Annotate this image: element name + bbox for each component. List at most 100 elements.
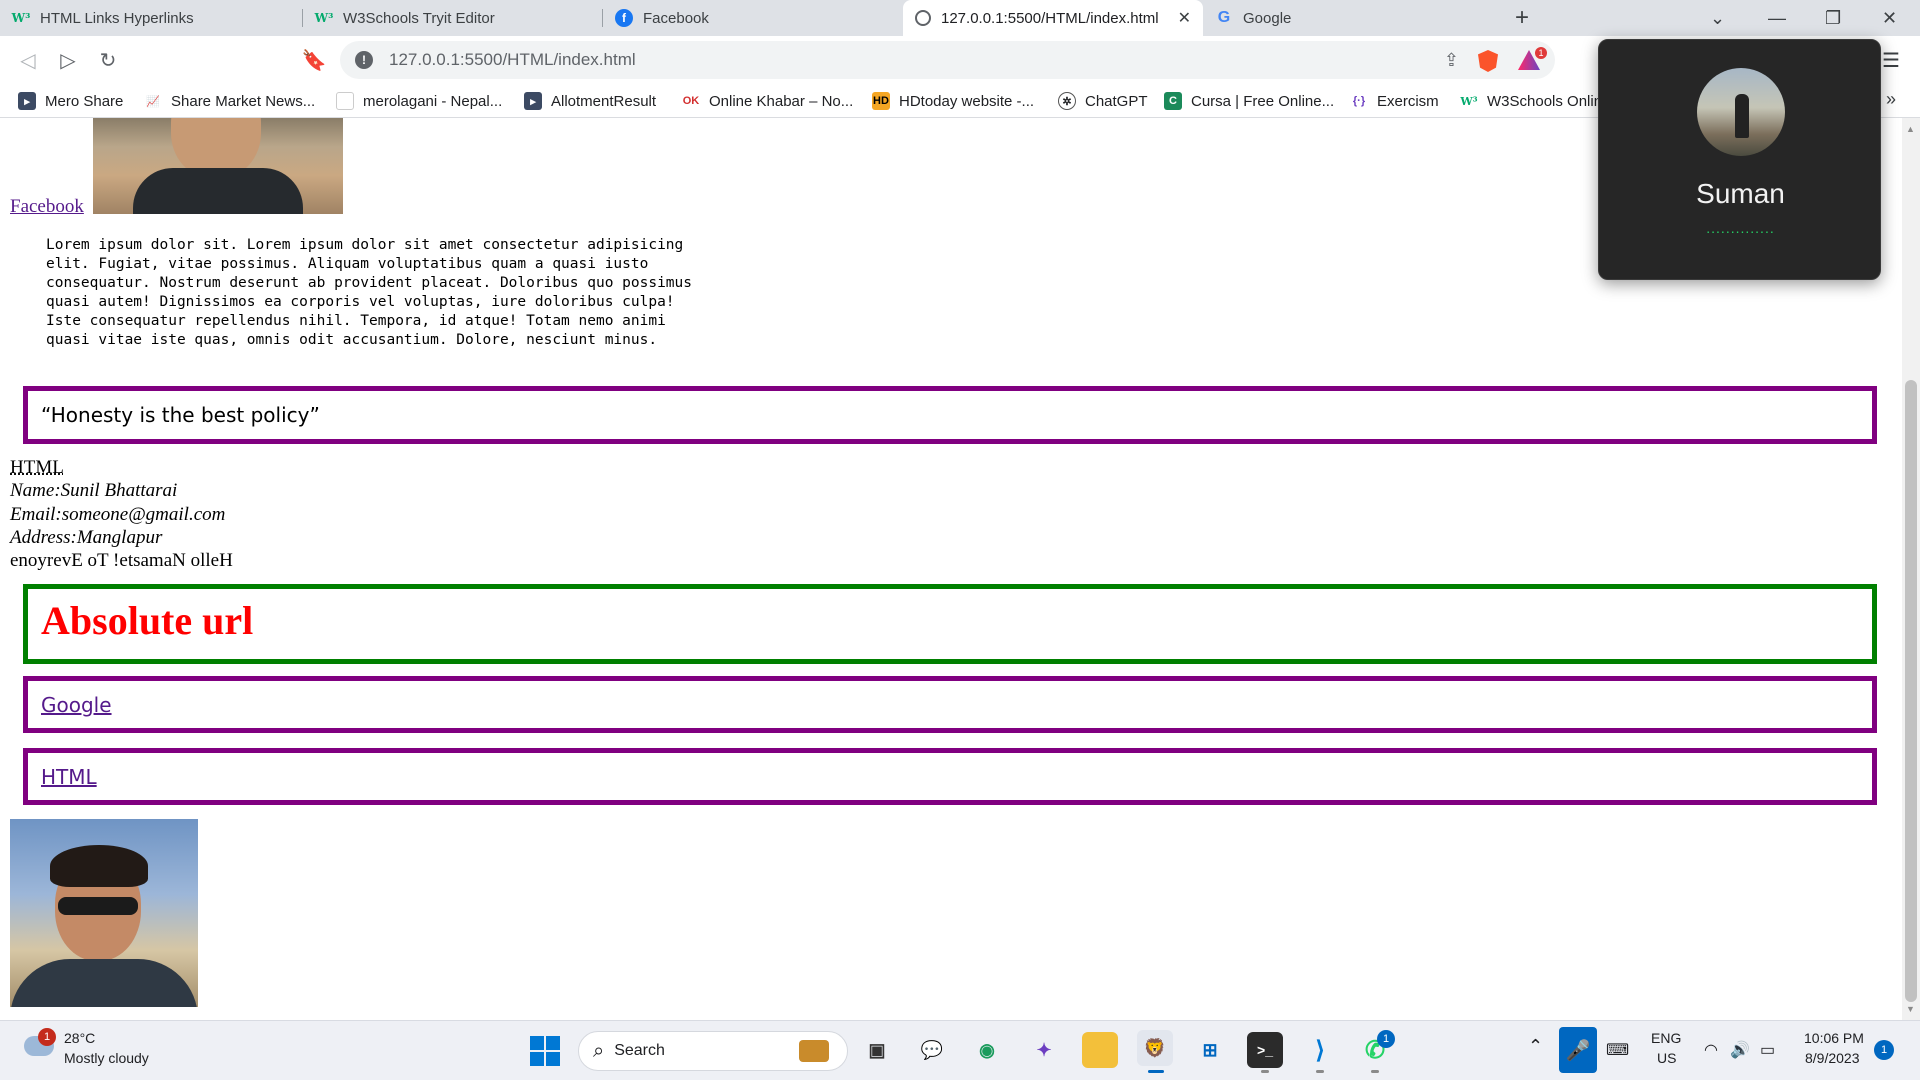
vscode-icon[interactable]: ⟩ bbox=[1302, 1032, 1338, 1068]
tab-label: Facebook bbox=[643, 9, 709, 27]
tab-label: Google bbox=[1243, 9, 1292, 27]
bookmark-share-market-news[interactable]: 📈 Share Market News... bbox=[144, 84, 315, 118]
scroll-down-icon[interactable]: ▼ bbox=[1906, 1004, 1915, 1014]
weather-badge: 1 bbox=[38, 1028, 56, 1046]
briefcase-icon bbox=[799, 1040, 829, 1062]
bookmark-chatgpt[interactable]: ✲ ChatGPT bbox=[1058, 84, 1148, 118]
page-icon bbox=[336, 92, 354, 110]
bookmark-merolagani[interactable]: merolagani - Nepal... bbox=[336, 84, 502, 118]
bookmark-icon: ▸ bbox=[524, 92, 542, 110]
bookmark-label: Exercism bbox=[1377, 92, 1439, 110]
bookmark-hdtoday[interactable]: HD HDtoday website -... bbox=[872, 84, 1034, 118]
clock-date[interactable]: 8/9/2023 bbox=[1805, 1050, 1860, 1066]
bookmark-online-khabar[interactable]: OK Online Khabar – No... bbox=[682, 84, 854, 118]
w3schools-icon: W³ bbox=[11, 11, 31, 25]
name-line: Name:Sunil Bhattarai bbox=[10, 480, 178, 502]
more-bookmarks-icon[interactable]: » bbox=[1886, 89, 1896, 110]
tab-localhost-active[interactable]: 127.0.0.1:5500/HTML/index.html ✕ bbox=[903, 0, 1203, 36]
reload-button[interactable]: ↻ bbox=[94, 46, 122, 74]
edge-icon[interactable]: ◉ bbox=[969, 1032, 1005, 1068]
profile-photo-top bbox=[93, 118, 343, 214]
lorem-line: quasi vitae iste quas, omnis odit accusa… bbox=[46, 332, 658, 348]
task-view-icon[interactable]: ▣ bbox=[859, 1032, 895, 1068]
clock-time[interactable]: 10:06 PM bbox=[1804, 1030, 1864, 1046]
absolute-url-heading: Absolute url bbox=[41, 598, 254, 643]
lorem-line: quasi autem! Dignissimos ea corporis vel… bbox=[46, 294, 675, 310]
restore-button[interactable]: ❐ bbox=[1825, 0, 1841, 36]
new-tab-button[interactable]: + bbox=[1515, 4, 1529, 32]
microphone-in-use-icon[interactable]: 🎤 bbox=[1559, 1027, 1597, 1073]
google-link[interactable]: Google bbox=[41, 693, 112, 717]
scroll-up-icon[interactable]: ▲ bbox=[1906, 124, 1915, 134]
show-hidden-icons-chevron-icon[interactable]: ⌃ bbox=[1528, 1036, 1543, 1057]
microsoft-store-icon[interactable]: ⊞ bbox=[1192, 1032, 1228, 1068]
bookmark-w3schools[interactable]: W³ W3Schools Online bbox=[1460, 84, 1610, 118]
bookmark-allotment-result[interactable]: ▸ AllotmentResult bbox=[524, 84, 656, 118]
windows-taskbar bbox=[0, 1020, 1920, 1080]
teams-chat-icon[interactable]: 💬 bbox=[914, 1032, 950, 1068]
calling-status-dots: .............. bbox=[1706, 220, 1775, 236]
photo-shirt bbox=[133, 168, 303, 214]
address-url[interactable]: 127.0.0.1:5500/HTML/index.html bbox=[389, 50, 636, 70]
chatgpt-icon: ✲ bbox=[1058, 92, 1076, 110]
lorem-line: elit. Fugiat, vitae possimus. Aliquam vo… bbox=[46, 256, 649, 272]
active-app-indicator bbox=[1148, 1070, 1164, 1073]
bookmark-mero-share[interactable]: ▸ Mero Share bbox=[18, 84, 123, 118]
taskbar-search[interactable]: ⌕ Search bbox=[578, 1031, 848, 1071]
address-bar[interactable]: ! 127.0.0.1:5500/HTML/index.html ⇪ bbox=[340, 41, 1555, 79]
start-tile bbox=[546, 1052, 560, 1066]
scrollbar-thumb[interactable] bbox=[1905, 380, 1917, 1002]
email-line: Email:someone@gmail.com bbox=[10, 503, 226, 525]
tab-search-chevron-icon[interactable]: ⌄ bbox=[1710, 0, 1725, 36]
wifi-icon[interactable]: ◠ bbox=[1704, 1040, 1718, 1060]
tab-label: 127.0.0.1:5500/HTML/index.html bbox=[941, 9, 1159, 27]
file-explorer-icon[interactable] bbox=[1082, 1032, 1118, 1068]
tab-facebook[interactable]: f Facebook bbox=[603, 0, 903, 36]
bookmark-cursa[interactable]: C Cursa | Free Online... bbox=[1164, 84, 1334, 118]
html-link-box: HTML bbox=[23, 748, 1877, 805]
share-icon[interactable]: ⇪ bbox=[1444, 50, 1459, 71]
page-scrollbar[interactable]: ▲ ▼ bbox=[1902, 118, 1920, 1020]
contact-address: HTML Name:Sunil Bhattarai Email:someone@… bbox=[10, 456, 233, 572]
bookmark-exercism[interactable]: {·} Exercism bbox=[1350, 84, 1439, 118]
notification-center-badge[interactable]: 1 bbox=[1874, 1040, 1894, 1060]
html-link[interactable]: HTML bbox=[41, 765, 97, 789]
whatsapp-call-popup[interactable]: Suman .............. bbox=[1598, 39, 1881, 280]
facebook-link[interactable]: Facebook bbox=[10, 196, 84, 218]
tab-w3schools-tryit[interactable]: W³ W3Schools Tryit Editor bbox=[303, 0, 603, 36]
tab-google[interactable]: G Google bbox=[1203, 0, 1498, 36]
tab-strip: W³ HTML Links Hyperlinks W³ W3Schools Tr… bbox=[0, 0, 1920, 36]
keyboard-icon[interactable]: ⌨ bbox=[1606, 1040, 1629, 1060]
google-icon: G bbox=[1217, 9, 1231, 26]
lorem-line: Iste consequatur repellendus nihil. Temp… bbox=[46, 313, 666, 329]
forward-button[interactable]: ▷ bbox=[54, 46, 82, 74]
close-window-button[interactable]: ✕ bbox=[1882, 0, 1897, 36]
volume-icon[interactable]: 🔊 bbox=[1730, 1040, 1750, 1060]
bookmark-label: Online Khabar – No... bbox=[709, 92, 854, 110]
chart-icon: 📈 bbox=[146, 95, 160, 108]
terminal-icon[interactable]: >_ bbox=[1247, 1032, 1283, 1068]
brave-icon[interactable]: 🦁 bbox=[1137, 1030, 1173, 1066]
weather-temperature[interactable]: 28°C bbox=[64, 1030, 95, 1046]
running-app-indicator bbox=[1316, 1070, 1324, 1073]
copilot-icon[interactable]: ✦ bbox=[1026, 1032, 1062, 1068]
close-tab-icon[interactable]: ✕ bbox=[1178, 8, 1191, 28]
absolute-url-heading-box: Absolute url bbox=[23, 584, 1877, 664]
running-app-indicator bbox=[1261, 1070, 1269, 1073]
site-info-icon[interactable]: ! bbox=[355, 51, 373, 69]
weather-description[interactable]: Mostly cloudy bbox=[64, 1050, 149, 1066]
back-button[interactable]: ◁ bbox=[14, 46, 42, 74]
language-top[interactable]: ENG bbox=[1651, 1030, 1681, 1046]
battery-icon[interactable]: ▭ bbox=[1760, 1040, 1775, 1060]
hd-icon: HD bbox=[872, 92, 890, 110]
browser-menu-icon[interactable]: ☰ bbox=[1882, 48, 1900, 73]
start-button[interactable] bbox=[530, 1036, 560, 1066]
whatsapp-badge: 1 bbox=[1377, 1030, 1395, 1048]
search-label: Search bbox=[614, 1042, 665, 1059]
bookmark-label: HDtoday website -... bbox=[899, 92, 1035, 110]
tab-html-links[interactable]: W³ HTML Links Hyperlinks bbox=[0, 0, 303, 36]
minimize-button[interactable]: — bbox=[1768, 0, 1786, 36]
bookmark-page-icon[interactable]: 🔖 bbox=[300, 46, 328, 74]
language-bottom[interactable]: US bbox=[1657, 1050, 1676, 1066]
bookmark-label: ChatGPT bbox=[1085, 92, 1148, 110]
